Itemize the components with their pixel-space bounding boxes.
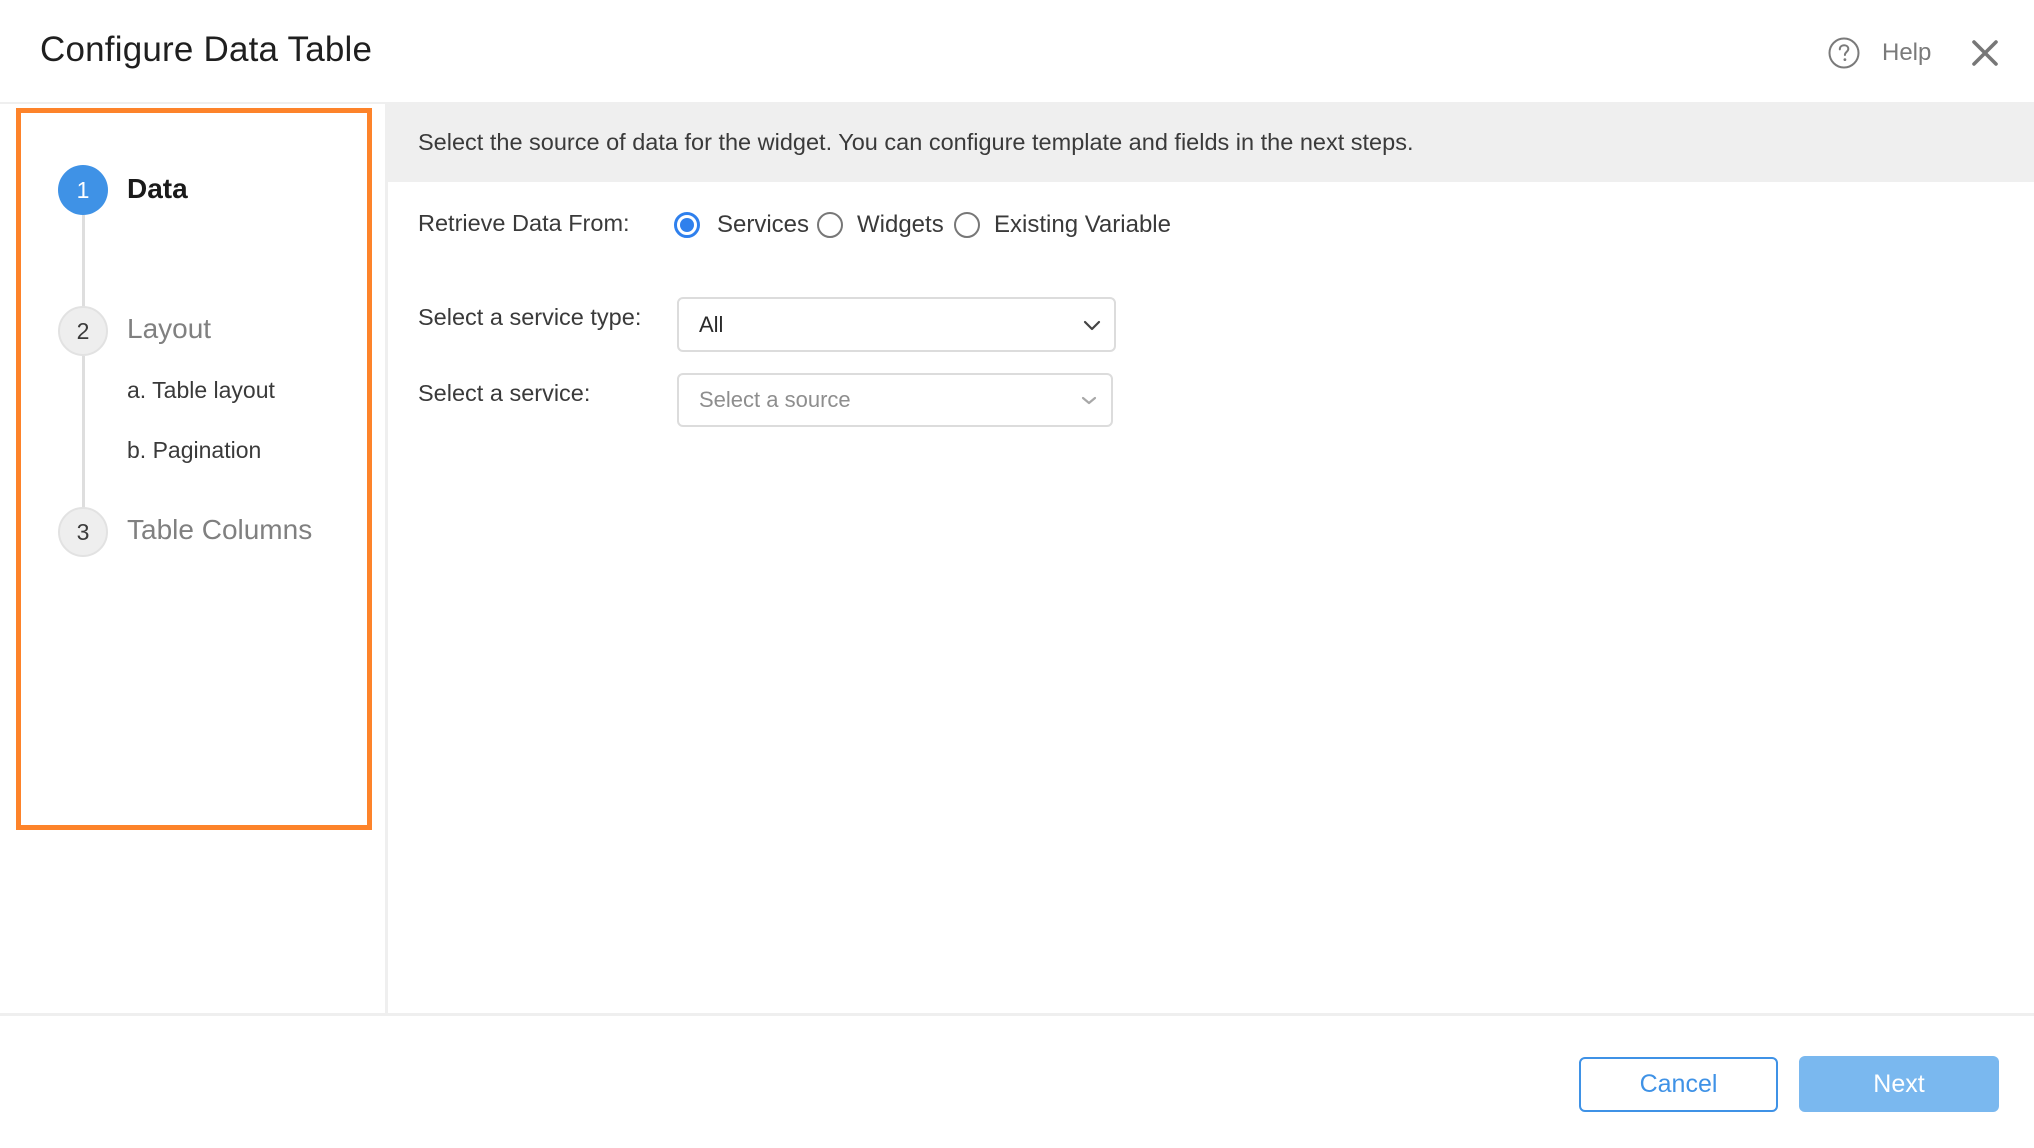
stepper-highlight-box bbox=[16, 108, 372, 830]
step-2-circle[interactable]: 2 bbox=[58, 306, 108, 356]
service-select[interactable]: Select a source bbox=[677, 373, 1113, 427]
step-1-label[interactable]: Data bbox=[127, 173, 188, 205]
substep-table-layout[interactable]: a. Table layout bbox=[127, 377, 275, 404]
next-button[interactable]: Next bbox=[1799, 1056, 1999, 1112]
radio-selected-dot bbox=[680, 218, 694, 232]
question-circle-icon bbox=[1828, 37, 1860, 69]
service-label: Select a service: bbox=[418, 380, 591, 406]
info-text: Select the source of data for the widget… bbox=[418, 129, 1414, 155]
radio-existing-variable-label[interactable]: Existing Variable bbox=[994, 211, 1171, 239]
retrieve-data-label: Retrieve Data From: bbox=[418, 210, 630, 236]
step-1-circle[interactable]: 1 bbox=[58, 165, 108, 215]
help-button[interactable]: Help bbox=[1828, 34, 1931, 72]
service-type-select[interactable]: All bbox=[677, 297, 1116, 352]
dialog-title: Configure Data Table bbox=[40, 30, 373, 69]
cancel-button[interactable]: Cancel bbox=[1579, 1057, 1778, 1112]
radio-widgets-label[interactable]: Widgets bbox=[857, 211, 944, 239]
chevron-down-icon bbox=[1081, 396, 1097, 405]
radio-widgets[interactable] bbox=[817, 212, 843, 238]
chevron-down-icon bbox=[1083, 320, 1101, 330]
radio-existing-variable[interactable] bbox=[954, 212, 980, 238]
footer-divider bbox=[0, 1013, 2034, 1016]
help-label: Help bbox=[1882, 39, 1932, 66]
substep-pagination[interactable]: b. Pagination bbox=[127, 437, 261, 464]
close-x-icon bbox=[1972, 40, 1998, 66]
service-placeholder: Select a source bbox=[699, 387, 851, 412]
step-2-label[interactable]: Layout bbox=[127, 313, 211, 345]
radio-services-label[interactable]: Services bbox=[717, 211, 809, 239]
service-type-label: Select a service type: bbox=[418, 304, 642, 330]
step-connector bbox=[82, 215, 85, 307]
service-type-value: All bbox=[699, 311, 724, 337]
step-3-label[interactable]: Table Columns bbox=[127, 514, 312, 546]
step-3-circle[interactable]: 3 bbox=[58, 507, 108, 557]
close-button[interactable] bbox=[1968, 36, 2002, 70]
step-connector bbox=[82, 356, 85, 508]
radio-services[interactable] bbox=[674, 212, 700, 238]
